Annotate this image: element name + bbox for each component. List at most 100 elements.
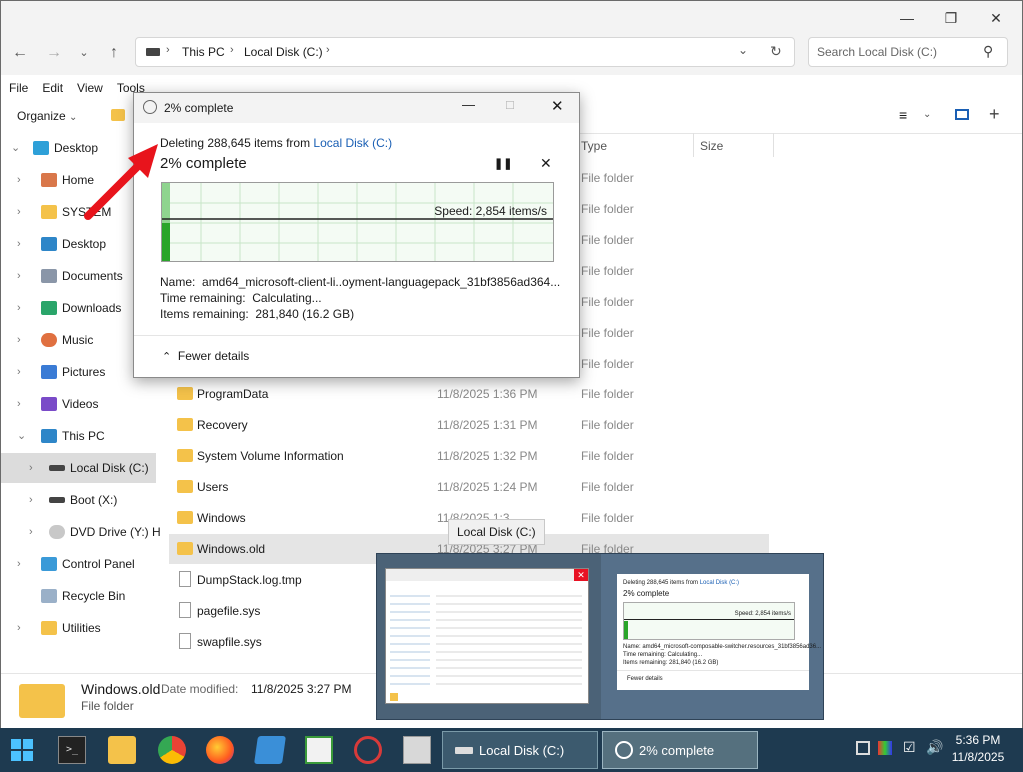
items-label: Items remaining: bbox=[160, 307, 249, 321]
organize-label: Organize bbox=[17, 109, 66, 123]
deleting-prefix: Deleting 288,645 items from bbox=[160, 136, 314, 150]
chevron-right-icon: › bbox=[17, 334, 21, 346]
folder-icon bbox=[177, 387, 193, 400]
display-icon[interactable] bbox=[878, 741, 892, 755]
chart-app-icon[interactable] bbox=[305, 736, 333, 764]
sidebar-item-utilities[interactable]: › Utilities bbox=[1, 613, 156, 643]
menu-edit[interactable]: Edit bbox=[42, 81, 63, 95]
file-row[interactable]: swapfile.sys bbox=[169, 627, 369, 657]
folder-icon bbox=[177, 480, 193, 493]
file-name: Windows.old bbox=[197, 542, 266, 556]
recent-locations-button[interactable]: ⌄ bbox=[71, 40, 97, 66]
column-header-type[interactable]: Type bbox=[581, 139, 607, 153]
volume-icon[interactable]: 🔊 bbox=[926, 739, 943, 756]
menu-view[interactable]: View bbox=[77, 81, 103, 95]
terminal-icon[interactable]: >_ bbox=[58, 736, 86, 764]
notes-icon[interactable] bbox=[254, 736, 286, 764]
home-icon bbox=[41, 173, 57, 187]
thumb-speed: Speed: 2,854 items/s bbox=[734, 611, 791, 617]
chrome-icon[interactable] bbox=[158, 736, 186, 764]
music-icon bbox=[41, 333, 57, 347]
fewer-details-button[interactable]: ⌃ Fewer details bbox=[162, 349, 249, 363]
start-button[interactable] bbox=[8, 736, 36, 764]
file-row[interactable]: ProgramData 11/8/2025 1:36 PM File folder bbox=[169, 379, 769, 409]
chevron-right-icon: › bbox=[17, 366, 21, 378]
back-button[interactable]: ← bbox=[7, 40, 33, 66]
forward-button[interactable]: → bbox=[41, 40, 67, 66]
row-type: File folder bbox=[581, 357, 634, 371]
drive-icon bbox=[146, 48, 160, 56]
taskbar-thumbnail-preview: ✕ Deleting 288,645 items from Local Disk… bbox=[376, 553, 824, 720]
breadcrumb-local-disk[interactable]: Local Disk (C:) bbox=[244, 45, 323, 59]
sidebar-item-videos[interactable]: › Videos bbox=[1, 389, 156, 419]
minimize-button[interactable]: — bbox=[892, 3, 922, 33]
add-icon[interactable]: + bbox=[989, 104, 1000, 125]
thumbnail-titlebar bbox=[386, 569, 588, 581]
refresh-icon[interactable]: ↻ bbox=[770, 43, 782, 60]
details-pane-icon[interactable] bbox=[955, 109, 969, 120]
dialog-close-button[interactable]: ✕ bbox=[551, 97, 564, 115]
search-placeholder: Search Local Disk (C:) bbox=[817, 45, 938, 59]
folder-icon bbox=[177, 511, 193, 524]
dialog-thumbnail-highlight[interactable]: Deleting 288,645 items from Local Disk (… bbox=[601, 554, 823, 719]
sidebar-item-recycle-bin[interactable]: Recycle Bin bbox=[1, 581, 156, 611]
firefox-icon[interactable] bbox=[206, 736, 234, 764]
deleting-summary: Deleting 288,645 items from Local Disk (… bbox=[160, 136, 392, 150]
sidebar-item-local-disk[interactable]: › Local Disk (C:) bbox=[1, 453, 156, 483]
file-date: 11/8/2025 1:36 PM bbox=[437, 387, 538, 401]
chevron-down-icon: ⌄ bbox=[17, 430, 27, 442]
cancel-button[interactable]: ✕ bbox=[540, 155, 552, 172]
clock-icon bbox=[615, 741, 633, 759]
column-header-size[interactable]: Size bbox=[700, 139, 723, 153]
dialog-minimize-button[interactable]: — bbox=[462, 97, 475, 112]
network-icon[interactable] bbox=[856, 741, 870, 755]
new-folder-icon[interactable] bbox=[111, 109, 125, 121]
chevron-down-icon[interactable]: ⌄ bbox=[738, 43, 748, 57]
thumb-time: Time remaining: Calculating... bbox=[623, 652, 703, 658]
folder-icon bbox=[41, 621, 57, 635]
clock-area[interactable]: 5:36 PM 11/8/2025 bbox=[951, 733, 1005, 764]
file-row[interactable]: Users 11/8/2025 1:24 PM File folder bbox=[169, 472, 769, 502]
row-type: File folder bbox=[581, 202, 634, 216]
file-explorer-icon[interactable] bbox=[108, 736, 136, 764]
deleting-location-link[interactable]: Local Disk (C:) bbox=[313, 136, 392, 150]
calculator-icon[interactable] bbox=[403, 736, 431, 764]
file-row[interactable]: DumpStack.log.tmp bbox=[169, 565, 369, 595]
thumbnail-close-button[interactable]: ✕ bbox=[574, 569, 588, 581]
sidebar-item-label: Local Disk (C:) bbox=[70, 461, 149, 475]
up-button[interactable]: ↑ bbox=[101, 40, 127, 66]
dialog-maximize-button[interactable]: □ bbox=[506, 97, 514, 112]
taskbar-task-progress[interactable]: 2% complete bbox=[602, 731, 758, 769]
file-row[interactable]: Recovery 11/8/2025 1:31 PM File folder bbox=[169, 410, 769, 440]
taskbar-task-local-disk[interactable]: Local Disk (C:) bbox=[442, 731, 598, 769]
chevron-down-icon[interactable]: ⌄ bbox=[923, 109, 931, 120]
file-name: swapfile.sys bbox=[197, 635, 262, 649]
sidebar-item-dvd-drive[interactable]: › DVD Drive (Y:) H bbox=[1, 517, 161, 547]
thumb-items: Items remaining: 281,840 (16.2 GB) bbox=[623, 660, 719, 666]
sidebar-item-label: Music bbox=[62, 333, 94, 347]
recycle-bin-icon bbox=[41, 589, 57, 603]
view-options-icon[interactable]: ≡ bbox=[899, 107, 907, 123]
maximize-button[interactable]: ❐ bbox=[936, 3, 966, 33]
sidebar-item-boot[interactable]: › Boot (X:) bbox=[1, 485, 156, 515]
file-row[interactable]: System Volume Information 11/8/2025 1:32 … bbox=[169, 441, 769, 471]
breadcrumb-this-pc[interactable]: This PC bbox=[182, 45, 225, 59]
chevron-right-icon: › bbox=[17, 174, 21, 186]
explorer-thumbnail[interactable]: ✕ bbox=[385, 568, 589, 704]
security-icon[interactable]: ☑ bbox=[903, 739, 916, 756]
sidebar-item-this-pc[interactable]: ⌄ This PC bbox=[1, 421, 156, 451]
file-row[interactable]: pagefile.sys bbox=[169, 596, 369, 626]
network-tool-icon[interactable] bbox=[354, 736, 382, 764]
menu-file[interactable]: File bbox=[9, 81, 28, 95]
search-input[interactable]: Search Local Disk (C:) ⚲ bbox=[808, 37, 1008, 67]
address-bar[interactable]: › This PC › Local Disk (C:) › ⌄ ↻ bbox=[135, 37, 795, 67]
organize-button[interactable]: Organize ⌄ bbox=[17, 109, 77, 123]
row-type: File folder bbox=[581, 326, 634, 340]
dvd-icon bbox=[49, 525, 65, 539]
file-date: 11/8/2025 1:24 PM bbox=[437, 480, 538, 494]
pause-button[interactable]: ❚❚ bbox=[494, 157, 512, 170]
chevron-right-icon: › bbox=[29, 494, 33, 506]
close-button[interactable]: ✕ bbox=[981, 3, 1011, 33]
desktop-icon bbox=[33, 141, 49, 155]
sidebar-item-control-panel[interactable]: › Control Panel bbox=[1, 549, 156, 579]
